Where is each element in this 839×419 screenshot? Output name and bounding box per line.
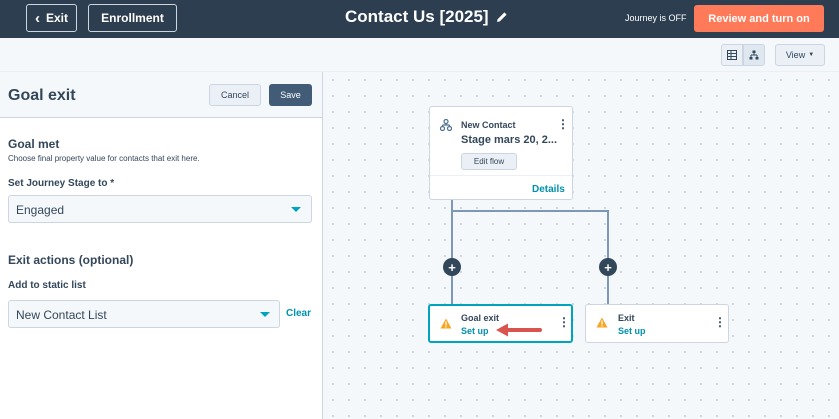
connector-trigger-down — [451, 200, 453, 304]
exit-card[interactable]: Exit Set up ⋮ — [585, 304, 729, 343]
enrollment-button[interactable]: Enrollment — [88, 4, 177, 32]
warning-icon — [440, 318, 452, 329]
view-dropdown-label: View — [785, 50, 806, 60]
kebab-menu-icon[interactable]: ⋮ — [557, 118, 569, 130]
edit-flow-button[interactable]: Edit flow — [461, 153, 517, 170]
clear-link[interactable]: Clear — [286, 308, 311, 319]
warning-icon — [596, 317, 608, 328]
connector-exit-down — [607, 210, 609, 304]
flow-view-toggle[interactable] — [743, 44, 765, 66]
chevron-left-icon: ‹ — [34, 9, 40, 27]
flow-icon — [749, 50, 759, 60]
exit-setup-link[interactable]: Set up — [618, 326, 646, 336]
caret-down-icon — [260, 312, 270, 317]
static-list-value: New Contact List — [16, 308, 107, 322]
enrollment-button-label: Enrollment — [101, 11, 164, 25]
exit-button[interactable]: ‹ Exit — [26, 4, 77, 32]
goal-exit-setup-link[interactable]: Set up — [461, 326, 489, 336]
goal-met-help: Choose final property value for contacts… — [8, 154, 200, 163]
goal-met-title: Goal met — [8, 137, 60, 151]
save-button[interactable]: Save — [269, 84, 312, 106]
trigger-card[interactable]: New Contact Stage mars 20, 2... ⋮ Edit f… — [429, 106, 573, 200]
exit-card-label: Exit — [618, 313, 635, 323]
panel-title: Goal exit — [8, 87, 76, 104]
static-list-select[interactable]: New Contact List — [8, 300, 280, 328]
trigger-card-label: New Contact — [461, 120, 516, 130]
view-dropdown[interactable]: View ▼ — [775, 44, 825, 66]
annotation-arrow-icon — [496, 323, 542, 337]
journey-status: Journey is OFF — [625, 13, 687, 23]
journey-stage-value: Engaged — [16, 203, 65, 217]
panel-header: Goal exit Cancel Save — [0, 72, 322, 118]
caret-down-icon — [291, 207, 301, 212]
review-and-turn-on-button[interactable]: Review and turn on — [694, 5, 824, 32]
trigger-card-stage: Stage mars 20, 2... — [461, 134, 557, 146]
add-action-button-right[interactable]: + — [599, 258, 617, 276]
caret-down-icon: ▼ — [808, 52, 815, 58]
pencil-icon[interactable] — [496, 11, 508, 23]
connector-branch-horizontal — [451, 210, 609, 212]
static-list-label: Add to static list — [8, 280, 86, 291]
journey-stage-select[interactable]: Engaged — [8, 195, 312, 223]
add-action-button-left[interactable]: + — [443, 258, 461, 276]
cancel-button[interactable]: Cancel — [209, 84, 261, 106]
workflow-canvas[interactable] — [325, 72, 839, 419]
trigger-flow-icon — [440, 119, 452, 131]
goal-exit-panel: Goal exit Cancel Save Goal met Choose fi… — [0, 72, 323, 419]
canvas-toolbar — [0, 38, 839, 72]
kebab-menu-icon[interactable]: ⋮ — [714, 316, 726, 328]
card-divider — [430, 175, 572, 176]
page-title: Contact Us [2025] — [345, 7, 489, 26]
journey-stage-label: Set Journey Stage to * — [8, 178, 115, 189]
details-link[interactable]: Details — [532, 184, 565, 195]
kebab-menu-icon[interactable]: ⋮ — [558, 316, 570, 328]
table-view-toggle[interactable] — [721, 44, 743, 66]
exit-actions-title: Exit actions (optional) — [8, 253, 134, 267]
journey-title[interactable]: Contact Us [2025] — [345, 7, 508, 27]
exit-button-label: Exit — [45, 11, 68, 25]
table-icon — [727, 50, 737, 60]
